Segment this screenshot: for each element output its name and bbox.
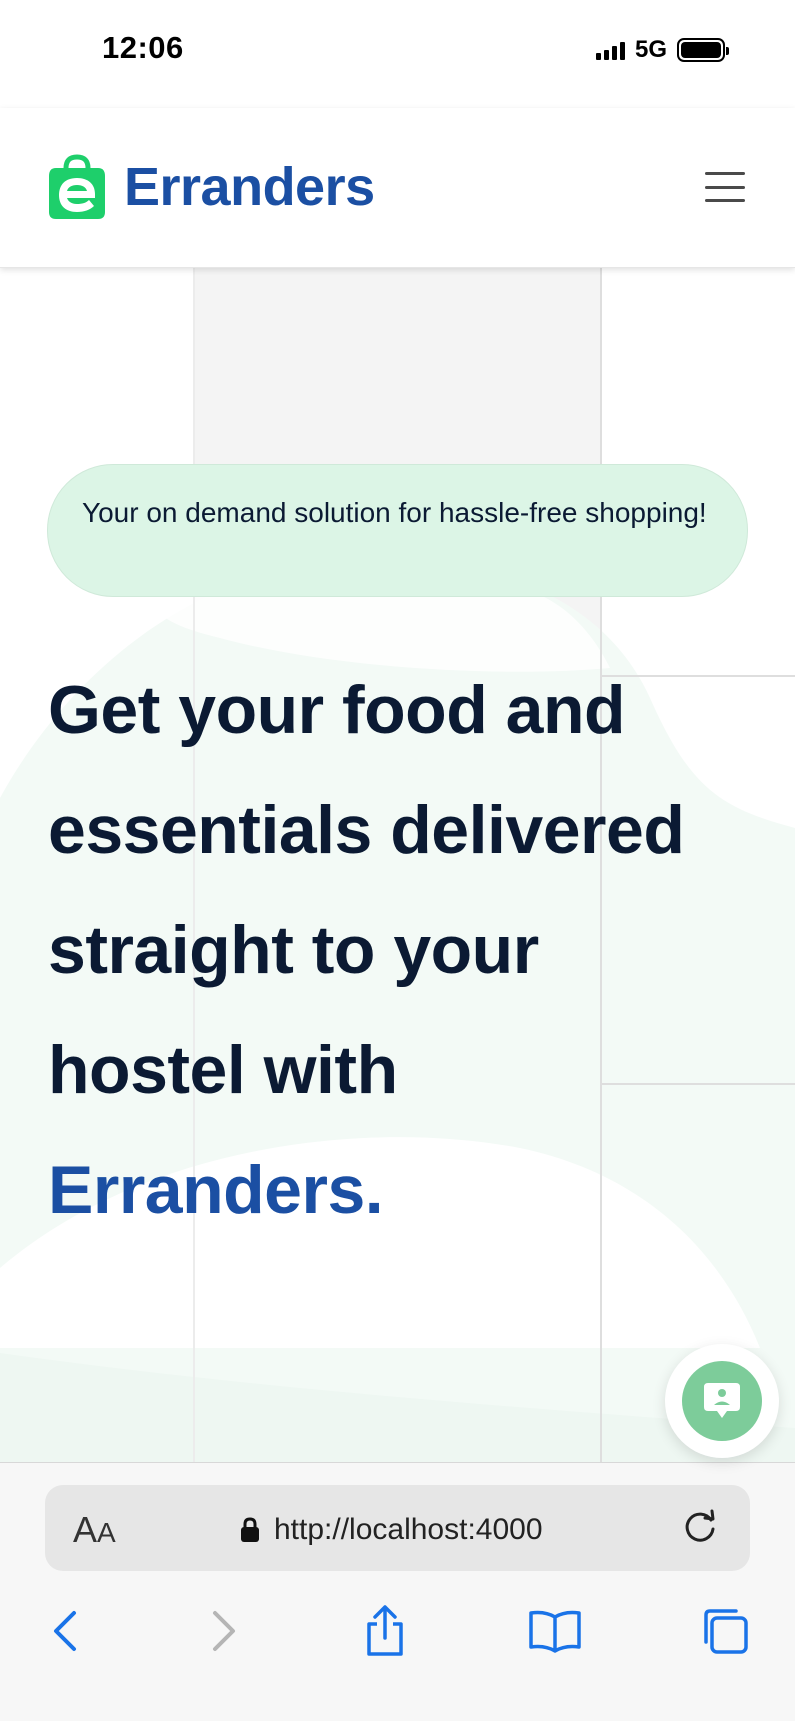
text-size-button[interactable]: AA bbox=[73, 1509, 116, 1551]
battery-full-icon bbox=[677, 38, 729, 62]
forward-icon[interactable] bbox=[193, 1601, 253, 1661]
browser-chrome: AA http://localhost:4000 bbox=[0, 1462, 795, 1721]
browser-toolbar bbox=[0, 1593, 795, 1683]
bookmarks-icon[interactable] bbox=[525, 1601, 585, 1661]
logo[interactable]: Erranders bbox=[48, 154, 375, 220]
status-bar: 12:06 5G bbox=[0, 0, 795, 100]
headline-brand: Erranders. bbox=[48, 1152, 384, 1228]
reload-icon[interactable] bbox=[680, 1507, 720, 1547]
chat-widget-button[interactable] bbox=[665, 1344, 779, 1458]
signal-bars-icon bbox=[595, 40, 625, 60]
chat-widget-inner bbox=[682, 1361, 762, 1441]
text-size-small: A bbox=[97, 1517, 116, 1548]
status-time: 12:06 bbox=[102, 30, 184, 65]
headline-line: essentials delivered bbox=[48, 792, 685, 868]
tabs-icon[interactable] bbox=[695, 1601, 755, 1661]
network-label: 5G bbox=[634, 36, 667, 63]
hero-section: Your on demand solution for hassle-free … bbox=[0, 268, 795, 1462]
share-icon[interactable] bbox=[355, 1601, 415, 1661]
address-bar[interactable]: AA http://localhost:4000 bbox=[45, 1485, 750, 1571]
url-display: http://localhost:4000 bbox=[240, 1513, 543, 1547]
text-size-big: A bbox=[73, 1509, 98, 1550]
status-indicators: 5G bbox=[595, 36, 729, 64]
back-icon[interactable] bbox=[38, 1601, 98, 1661]
chat-bubble-icon bbox=[704, 1383, 740, 1418]
site-header: Erranders bbox=[0, 108, 795, 268]
headline-line: hostel with bbox=[48, 1032, 398, 1108]
headline-line: straight to your bbox=[48, 912, 539, 988]
url-text: http://localhost:4000 bbox=[274, 1513, 543, 1546]
shopping-bag-e-icon bbox=[49, 154, 105, 219]
hero-headline: Get your food and essentials delivered s… bbox=[48, 650, 768, 1250]
lock-icon bbox=[241, 1517, 259, 1542]
headline-line: Get your food and bbox=[48, 672, 626, 748]
tagline-pill: Your on demand solution for hassle-free … bbox=[47, 464, 748, 597]
logo-text: Erranders bbox=[124, 157, 375, 217]
hamburger-menu-icon[interactable] bbox=[705, 172, 745, 202]
